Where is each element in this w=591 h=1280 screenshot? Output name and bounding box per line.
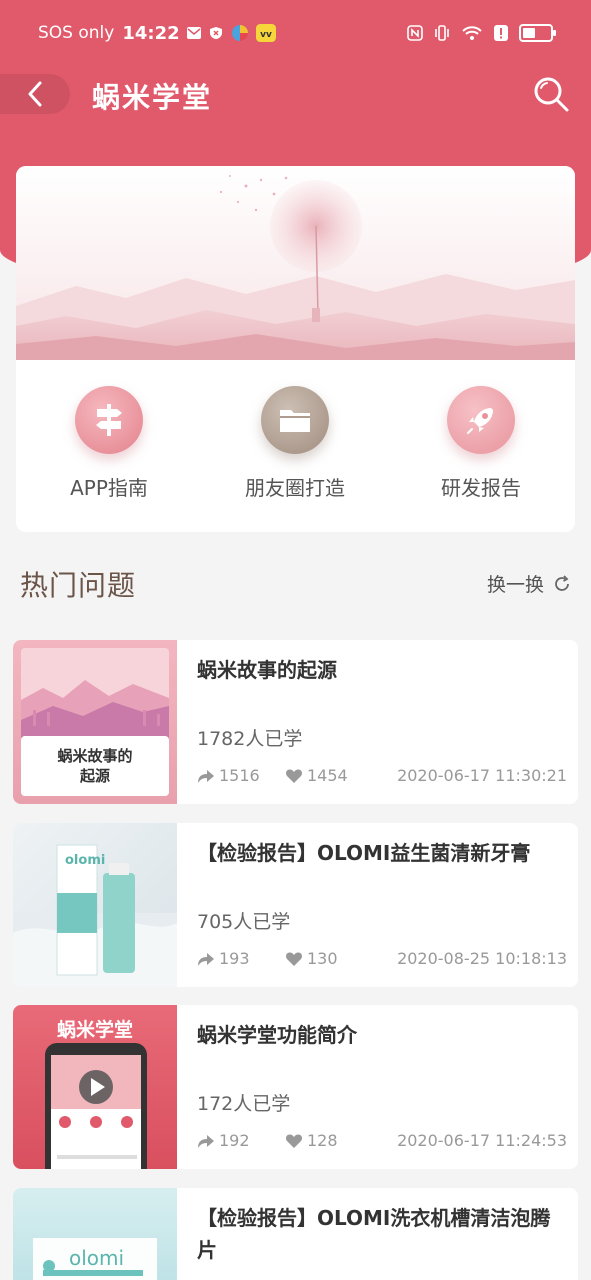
- signpost-icon: [96, 404, 122, 436]
- banner-card: APP指南 朋友圈打造 研发报告: [16, 166, 575, 532]
- article-title: 蜗米故事的起源: [197, 658, 337, 682]
- article-item[interactable]: 蜗米学堂 蜗米学堂功能简介 172人已学 192 128 2020-06-17 …: [13, 1005, 578, 1169]
- app-notification-icon: [231, 25, 248, 41]
- shortcut-label: 朋友圈打造: [245, 476, 345, 500]
- share-count[interactable]: 1516: [197, 766, 260, 785]
- brand-logo: olomi: [69, 1246, 125, 1270]
- article-title: 蜗米学堂功能简介: [197, 1023, 357, 1047]
- search-icon: [534, 77, 569, 112]
- nfc-icon: [407, 25, 423, 41]
- page-title: 蜗米学堂: [92, 81, 213, 114]
- vibrate-icon: [435, 25, 449, 41]
- heart-icon: [286, 769, 302, 783]
- shortcut-label: 研发报告: [441, 476, 521, 500]
- mail-icon: [186, 27, 201, 39]
- shortcut-moments[interactable]: 朋友圈打造: [202, 386, 388, 501]
- share-count[interactable]: 192: [197, 1131, 250, 1150]
- article-item[interactable]: 蜗米故事的 起源 蜗米故事的起源 1782人已学 1516 1454 2020-…: [13, 640, 578, 804]
- heart-icon: [286, 1134, 302, 1148]
- thumbnail-label: 蜗米学堂: [56, 1019, 133, 1041]
- article-title: 【检验报告】OLOMI益生菌清新牙膏: [197, 841, 531, 865]
- shortcut-icon-bg: [447, 386, 515, 454]
- shortcut-rd-report[interactable]: 研发报告: [388, 386, 574, 501]
- chevron-left-icon: [28, 81, 42, 107]
- battery-icon: [519, 24, 556, 42]
- search-button[interactable]: [531, 74, 571, 114]
- article-item[interactable]: olomi 【检验报告】OLOMI洗衣机槽清洁泡腾片: [13, 1188, 578, 1280]
- shortcut-row: APP指南 朋友圈打造 研发报告: [16, 386, 575, 501]
- status-bar: SOS only 14:22 vv: [0, 0, 591, 66]
- shortcut-icon-bg: [261, 386, 329, 454]
- rocket-icon: [467, 408, 493, 434]
- svg-text:vv: vv: [260, 30, 272, 40]
- article-meta: 193 130 2020-08-25 10:18:13: [197, 949, 567, 971]
- publish-date: 2020-06-17 11:24:53: [397, 1131, 567, 1150]
- refresh-button[interactable]: 换一换: [487, 570, 572, 597]
- publish-date: 2020-06-17 11:30:21: [397, 766, 567, 785]
- section-title: 热门问题: [20, 569, 137, 602]
- banner-image[interactable]: [16, 166, 575, 360]
- publish-date: 2020-08-25 10:18:13: [397, 949, 567, 968]
- heart-icon: [286, 952, 302, 966]
- brand-logo: olomi: [65, 853, 106, 868]
- article-meta: 1516 1454 2020-06-17 11:30:21: [197, 766, 567, 788]
- learner-count: 172人已学: [197, 1093, 291, 1115]
- shield-icon: [209, 27, 222, 39]
- share-icon: [198, 952, 214, 966]
- shortcut-icon-bg: [75, 386, 143, 454]
- share-icon: [198, 769, 214, 783]
- article-thumbnail: olomi: [13, 823, 177, 987]
- article-thumbnail: 蜗米学堂: [13, 1005, 177, 1169]
- section-header: 热门问题 换一换: [20, 560, 572, 608]
- shortcut-app-guide[interactable]: APP指南: [16, 386, 202, 501]
- article-meta: 192 128 2020-06-17 11:24:53: [197, 1131, 567, 1153]
- refresh-label: 换一换: [486, 574, 544, 596]
- like-count[interactable]: 1454: [285, 766, 348, 785]
- article-title: 【检验报告】OLOMI洗衣机槽清洁泡腾片: [197, 1206, 551, 1262]
- carrier-label: SOS only: [38, 23, 115, 43]
- clock: 14:22: [122, 22, 180, 44]
- article-item[interactable]: olomi 【检验报告】OLOMI益生菌清新牙膏 705人已学 193 130 …: [13, 823, 578, 987]
- wifi-icon: [462, 26, 482, 40]
- alert-icon: [494, 25, 508, 41]
- like-count[interactable]: 128: [285, 1131, 338, 1150]
- learner-count: 705人已学: [197, 911, 291, 933]
- share-icon: [198, 1134, 214, 1148]
- folder-icon: [280, 410, 310, 432]
- app-notification-icon-2: vv: [255, 24, 276, 42]
- shortcut-label: APP指南: [70, 476, 148, 500]
- article-thumbnail: 蜗米故事的 起源: [13, 640, 177, 804]
- share-count[interactable]: 193: [197, 949, 250, 968]
- like-count[interactable]: 130: [285, 949, 338, 968]
- nav-bar: 蜗米学堂: [0, 68, 591, 124]
- thumbnail-caption: 蜗米故事的 起源: [21, 736, 169, 796]
- article-thumbnail: olomi: [13, 1188, 177, 1280]
- back-button[interactable]: [0, 74, 70, 114]
- learner-count: 1782人已学: [197, 728, 303, 750]
- refresh-icon: [555, 574, 569, 591]
